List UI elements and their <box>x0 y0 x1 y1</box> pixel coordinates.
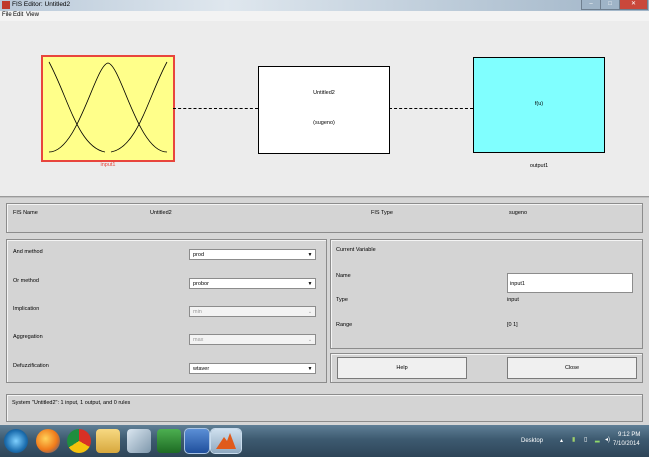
or-method-select[interactable]: probor ▼ <box>189 278 316 289</box>
defuzzification-label: Defuzzification <box>13 363 49 369</box>
system-block[interactable]: Untitled2 (sugeno) <box>258 66 390 154</box>
input-variable-label: input1 <box>100 162 116 168</box>
menu-file[interactable]: File <box>2 12 12 18</box>
variable-type-value: input <box>507 297 519 303</box>
fis-type-value: sugeno <box>509 210 528 216</box>
and-method-value: prod <box>193 252 205 258</box>
close-button[interactable]: Close <box>507 357 637 379</box>
status-text: System "Untitled2": 1 input, 1 output, a… <box>12 400 131 406</box>
menu-edit[interactable]: Edit <box>13 12 23 18</box>
clock-time[interactable]: 9:12 PM <box>618 432 640 438</box>
matlab-app-icon <box>2 1 10 9</box>
variable-range-value: [0 1] <box>507 322 518 328</box>
pen-tool-icon[interactable] <box>127 429 151 453</box>
file-explorer-icon[interactable] <box>96 429 120 453</box>
chevron-down-icon: ⌄ <box>307 337 313 343</box>
aggregation-label: Aggregation <box>13 334 43 340</box>
title-bar: FIS Editor: Untitled2 – □ ✕ <box>0 0 649 11</box>
minimize-button[interactable]: – <box>581 0 601 10</box>
chevron-down-icon: ⌄ <box>307 309 313 315</box>
variable-type-label: Type <box>336 297 348 303</box>
and-method-label: And method <box>13 249 43 255</box>
battery-icon[interactable]: ▯ <box>584 436 587 443</box>
and-method-select[interactable]: prod ▼ <box>189 249 316 260</box>
variable-name-label: Name <box>336 273 351 279</box>
buttons-panel: Help Close <box>330 353 643 383</box>
current-variable-header: Current Variable <box>336 247 376 253</box>
desktop-toolbar-label[interactable]: Desktop <box>521 438 543 444</box>
excel-icon[interactable] <box>157 429 181 453</box>
close-window-button[interactable]: ✕ <box>619 0 648 10</box>
input-variable-block[interactable] <box>41 55 175 162</box>
volume-icon[interactable]: ◂) <box>605 436 610 443</box>
aggregation-select: max ⌄ <box>189 334 316 345</box>
membership-functions-plot <box>48 61 168 153</box>
window-title: FIS Editor: Untitled2 <box>12 1 71 8</box>
mf-curve-2 <box>48 62 168 153</box>
chevron-up-icon[interactable]: ▴ <box>560 437 563 444</box>
output-connector-line <box>389 108 473 109</box>
variable-name-input[interactable]: input1 <box>507 273 633 293</box>
input-connector-line <box>173 108 258 109</box>
variable-range-label: Range <box>336 322 353 328</box>
fis-type-label: FIS Type <box>371 210 393 216</box>
status-bar: System "Untitled2": 1 input, 1 output, a… <box>6 394 643 422</box>
start-orb-icon[interactable] <box>4 429 28 453</box>
clock-date[interactable]: 7/10/2014 <box>613 441 640 447</box>
chevron-down-icon: ▼ <box>307 281 313 287</box>
defuzzification-select[interactable]: wtaver ▼ <box>189 363 316 374</box>
system-name-text: Untitled2 <box>313 90 335 96</box>
network-icon[interactable]: ▮ <box>572 436 575 443</box>
current-variable-panel: Current Variable Name input1 Type input … <box>330 239 643 349</box>
fis-info-panel: FIS Name Untitled2 FIS Type sugeno <box>6 203 643 233</box>
chrome-icon[interactable] <box>67 429 91 453</box>
methods-panel: And method prod ▼ Or method probor ▼ Imp… <box>6 239 327 383</box>
matlab-icon[interactable] <box>210 428 242 454</box>
aggregation-value: max <box>193 337 204 343</box>
fis-name-value: Untitled2 <box>150 210 172 216</box>
or-method-label: Or method <box>13 278 39 284</box>
matlab-peak-icon <box>216 433 236 449</box>
mf-curve-1 <box>48 61 106 153</box>
chevron-down-icon: ▼ <box>307 252 313 258</box>
maximize-button[interactable]: □ <box>600 0 620 10</box>
firefox-icon[interactable] <box>36 429 60 453</box>
menu-view[interactable]: View <box>26 12 39 18</box>
help-button[interactable]: Help <box>337 357 467 379</box>
word-icon[interactable] <box>184 428 210 454</box>
signal-icon[interactable]: ▂ <box>595 436 600 443</box>
taskbar: Desktop ▴ ▮ ▯ ▂ ◂) 9:12 PM 7/10/2014 <box>0 425 649 457</box>
menu-bar: File Edit View <box>0 11 649 21</box>
output-function-text: f(u) <box>534 101 544 107</box>
mf-curve-3 <box>110 61 168 153</box>
system-type-text: (sugeno) <box>313 120 335 126</box>
or-method-value: probor <box>193 281 209 287</box>
defuzzification-value: wtaver <box>193 366 210 372</box>
implication-select: min ⌄ <box>189 306 316 317</box>
chevron-down-icon: ▼ <box>307 366 313 372</box>
fis-diagram: input1 Untitled2 (sugeno) f(u) output1 <box>0 21 649 196</box>
output-variable-label: output1 <box>529 163 549 169</box>
fis-name-label: FIS Name <box>13 210 38 216</box>
implication-label: Implication <box>13 306 40 312</box>
output-variable-block[interactable]: f(u) <box>473 57 605 153</box>
implication-value: min <box>193 309 202 315</box>
